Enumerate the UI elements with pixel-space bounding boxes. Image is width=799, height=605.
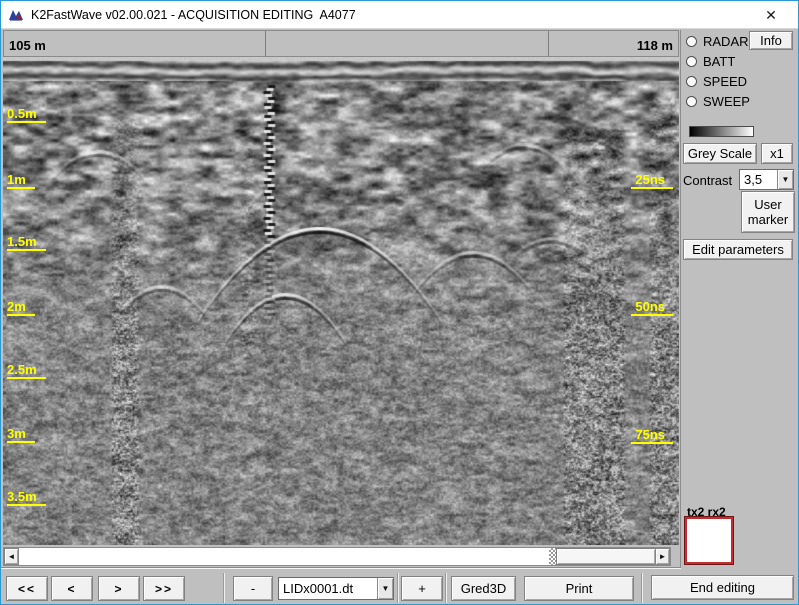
time-marker: 75ns [631, 428, 673, 444]
contrast-select[interactable]: 3,5 ▼ [739, 169, 794, 190]
info-button[interactable]: Info [749, 31, 793, 50]
app-icon [9, 10, 23, 21]
chevron-down-icon[interactable]: ▼ [377, 578, 393, 599]
bottom-toolbar: << < > >> - LIDx0001.dt ▼ + Gred3D Print [1, 568, 681, 604]
radargram-view[interactable]: 0.5m 1m 1.5m 2m 2.5m 3m 3.5m 25ns 50ns 75ns [3, 57, 679, 545]
toolbar-separator [397, 573, 399, 603]
depth-marker: 2m [7, 300, 35, 316]
close-button[interactable]: ✕ [756, 5, 786, 25]
depth-marker: 1.5m [7, 235, 46, 251]
radio-circle-icon[interactable] [686, 35, 697, 47]
time-marker: 50ns [631, 300, 673, 316]
contrast-label: Contrast [683, 173, 733, 188]
ruler-tick [548, 31, 549, 56]
edit-parameters-button[interactable]: Edit parameters [683, 239, 793, 260]
toolbar-separator [223, 573, 225, 603]
radio-radar[interactable]: RADAR [686, 33, 749, 49]
radio-batt-label: BATT [703, 53, 736, 69]
zoom-in-button[interactable]: + [401, 576, 443, 601]
ruler-end-label: 118 m [636, 38, 673, 53]
distance-ruler: 105 m 118 m [3, 30, 679, 57]
end-editing-button[interactable]: End editing [651, 575, 794, 600]
radio-batt[interactable]: BATT [686, 53, 736, 69]
prev-trace-button[interactable]: < [51, 576, 93, 601]
scrollbar-thumb[interactable] [556, 548, 656, 565]
greyscale-gradient [689, 126, 754, 137]
depth-marker: 1m [7, 173, 35, 189]
user-marker-button[interactable]: User marker [741, 191, 795, 233]
scroll-left-icon[interactable]: ◄ [4, 548, 19, 565]
radio-radar-label: RADAR [703, 33, 749, 49]
radio-circle-icon[interactable] [686, 75, 697, 87]
title-bar[interactable]: K2FastWave v02.00.021 - ACQUISITION EDIT… [1, 1, 798, 29]
toolbar-separator [641, 573, 643, 603]
radio-circle-icon[interactable] [686, 55, 697, 67]
scrollbar-track[interactable] [549, 548, 556, 565]
grey-scale-button[interactable]: Grey Scale [683, 143, 757, 164]
depth-marker: 2.5m [7, 363, 46, 379]
zoom-out-button[interactable]: - [233, 576, 273, 601]
ruler-tick [265, 31, 266, 56]
chevron-down-icon[interactable]: ▼ [777, 170, 793, 189]
radio-sweep-label: SWEEP [703, 93, 750, 109]
app-window: K2FastWave v02.00.021 - ACQUISITION EDIT… [0, 0, 799, 605]
antenna-box [685, 517, 733, 564]
gred3d-button[interactable]: Gred3D [451, 576, 516, 601]
scroll-right-icon[interactable]: ► [655, 548, 670, 565]
window-title: K2FastWave v02.00.021 - ACQUISITION EDIT… [31, 8, 356, 22]
time-marker: 25ns [631, 173, 673, 189]
gain-x1-button[interactable]: x1 [761, 143, 793, 164]
next-trace-button[interactable]: > [98, 576, 140, 601]
contrast-value: 3,5 [744, 172, 763, 187]
file-select[interactable]: LIDx0001.dt ▼ [278, 577, 394, 600]
radio-circle-icon[interactable] [686, 95, 697, 107]
radio-speed[interactable]: SPEED [686, 73, 748, 89]
depth-marker: 0.5m [7, 107, 46, 123]
file-name: LIDx0001.dt [283, 581, 354, 596]
radio-speed-label: SPEED [703, 73, 748, 89]
print-button[interactable]: Print [524, 576, 634, 601]
ruler-start-label: 105 m [9, 38, 46, 53]
side-panel: RADAR BATT SPEED SWEEP Info Grey Scale x… [680, 30, 798, 604]
toolbar-separator [445, 573, 447, 603]
first-trace-button[interactable]: << [6, 576, 48, 601]
depth-marker: 3m [7, 427, 35, 443]
horizontal-scrollbar[interactable]: ◄ ► [3, 547, 671, 566]
radargram-canvas[interactable] [3, 57, 679, 545]
last-trace-button[interactable]: >> [143, 576, 185, 601]
depth-marker: 3.5m [7, 490, 46, 506]
radio-sweep[interactable]: SWEEP [686, 93, 750, 109]
